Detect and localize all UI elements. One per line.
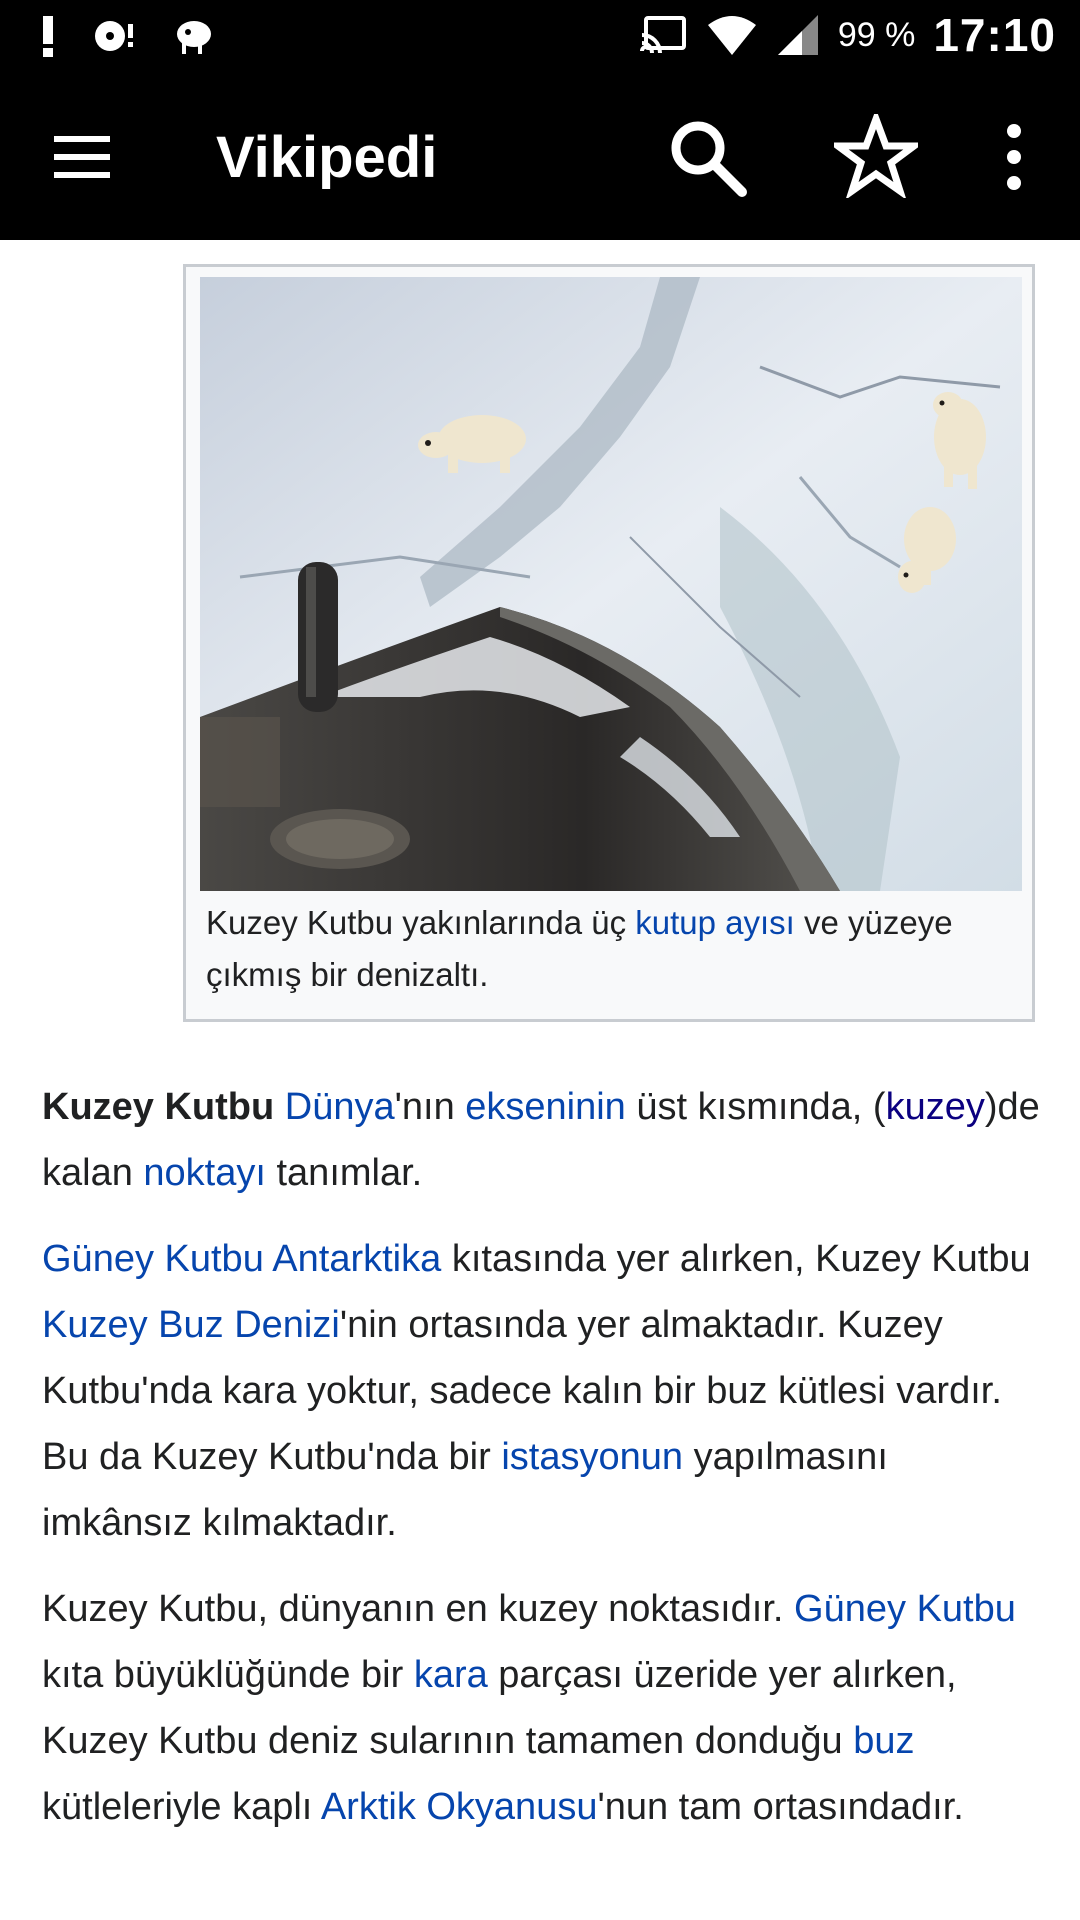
text: kıtasında yer alırken, Kuzey Kutbu (441, 1238, 1031, 1280)
text: 'nın (394, 1086, 466, 1128)
status-bar: 99 % 17:10 (0, 0, 1080, 72)
text: üst kısmında, ( (625, 1086, 886, 1128)
figure-caption: Kuzey Kutbu yakınlarında üç kutup ayısı … (206, 897, 1018, 1001)
star-icon[interactable] (834, 114, 918, 198)
link-kuzey-buz-denizi[interactable]: Kuzey Buz Denizi (42, 1304, 340, 1346)
kiwi-icon (177, 21, 211, 54)
link-buz[interactable]: buz (853, 1720, 914, 1762)
alert-icon (43, 16, 53, 57)
paragraph-1: Kuzey Kutbu Dünya'nın ekseninin üst kısm… (42, 1074, 1042, 1206)
polar-bears-image[interactable] (200, 277, 1022, 891)
link-arktik-okyanusu[interactable]: Arktik Okyanusu (321, 1786, 598, 1828)
clock: 17:10 (933, 9, 1056, 61)
link-guney-kutbu-2[interactable]: Güney Kutbu (794, 1588, 1016, 1630)
battery-level: 99 % (837, 15, 916, 54)
menu-icon[interactable] (52, 134, 112, 180)
link-noktayi[interactable]: noktayı (143, 1152, 266, 1194)
caption-text: Kuzey Kutbu yakınlarında üç (206, 904, 636, 941)
link-kutup-ayisi[interactable]: kutup ayısı (635, 904, 795, 941)
signal-icon (777, 15, 818, 55)
text: Kuzey Kutbu, dünyanın en kuzey noktasıdı… (42, 1588, 795, 1630)
link-ekseninin[interactable]: ekseninin (465, 1086, 626, 1128)
link-dunya[interactable]: Dünya (285, 1086, 395, 1128)
link-guney-kutbu[interactable]: Güney Kutbu (42, 1238, 264, 1280)
more-icon[interactable] (994, 122, 1034, 192)
media-icon (95, 21, 133, 51)
article-body: Kuzey Kutbu Dünya'nın ekseninin üst kısm… (42, 1074, 1042, 1860)
link-istasyonun[interactable]: istasyonun (501, 1436, 683, 1478)
link-kara[interactable]: kara (414, 1654, 488, 1696)
status-system: 99 % 17:10 (639, 8, 1056, 62)
search-icon[interactable] (666, 116, 750, 200)
text: tanımlar. (265, 1152, 423, 1194)
app-title: Vikipedi (216, 125, 438, 190)
text (274, 1086, 285, 1128)
cast-icon (639, 16, 686, 54)
paragraph-2: Güney Kutbu Antarktika kıtasında yer alı… (42, 1226, 1042, 1556)
text: kıta büyüklüğünde bir (42, 1654, 414, 1696)
wifi-icon (707, 16, 756, 55)
link-kuzey[interactable]: kuzey (886, 1086, 985, 1128)
app-toolbar: Vikipedi (0, 72, 1080, 240)
link-antarktika[interactable]: Antarktika (272, 1238, 441, 1280)
paragraph-3: Kuzey Kutbu, dünyanın en kuzey noktasıdı… (42, 1576, 1042, 1840)
article-subject: Kuzey Kutbu (42, 1086, 275, 1128)
article-figure: Kuzey Kutbu yakınlarında üç kutup ayısı … (183, 264, 1035, 1022)
text: kütleleriyle kaplı (42, 1786, 321, 1828)
status-notifications (40, 14, 216, 58)
text: 'nun tam ortasındadır. (597, 1786, 964, 1828)
